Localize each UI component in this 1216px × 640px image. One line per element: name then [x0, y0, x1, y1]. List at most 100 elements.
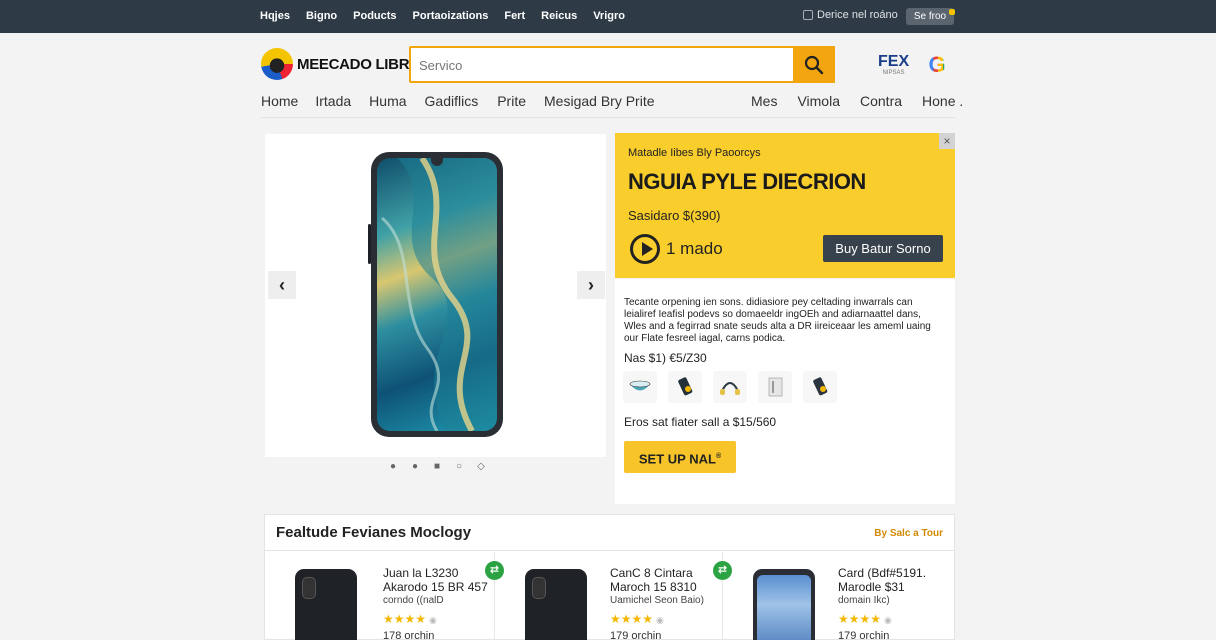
- top-link[interactable]: Vrigro: [593, 10, 625, 22]
- product-card[interactable]: ⇄ Card (Bdf#5191. Marodle $31 domain Ikc…: [713, 552, 951, 640]
- gallery-dot[interactable]: ◇: [476, 462, 486, 472]
- nav-divider: [261, 117, 955, 118]
- product-card-image: [753, 569, 815, 640]
- nav-item[interactable]: Hone .: [922, 93, 963, 109]
- bowl-icon: [629, 380, 651, 391]
- superscript-mark: ®: [715, 453, 722, 460]
- phone-screen: [757, 575, 811, 640]
- product-card[interactable]: ⇄ CanC 8 Cintara Maroch 15 8310 Uamichel…: [485, 552, 723, 640]
- top-link[interactable]: Hqjes: [260, 10, 290, 22]
- nav-item[interactable]: Irtada: [315, 93, 351, 109]
- product-card-image: [525, 569, 587, 640]
- star-icon: ★★★★: [383, 612, 427, 626]
- rating-stars: ★★★★ ◉: [383, 612, 437, 626]
- top-link[interactable]: Portaoizations: [413, 10, 489, 22]
- thumb-speaker-2[interactable]: [803, 371, 837, 403]
- top-link[interactable]: Reicus: [541, 10, 577, 22]
- nav-item[interactable]: Vimola: [797, 93, 840, 109]
- top-link[interactable]: Fert: [504, 10, 525, 22]
- search-button[interactable]: [793, 46, 835, 83]
- info-icon: ◉: [656, 615, 664, 625]
- gallery-next-button[interactable]: ›: [577, 271, 605, 299]
- product-card-sub: domain Ikc): [838, 595, 890, 606]
- user-location[interactable]: Derice nel roáno: [803, 9, 898, 21]
- nav-item[interactable]: Home: [261, 93, 298, 109]
- nav-item[interactable]: Huma: [369, 93, 406, 109]
- headphones-icon: [720, 382, 740, 395]
- rating-stars: ★★★★ ◉: [838, 612, 892, 626]
- nav-item[interactable]: Prite: [497, 93, 526, 109]
- promo-eyebrow: Matadle Iibes Bly Paoorcys: [628, 147, 761, 159]
- logo-icon: [261, 48, 293, 80]
- camera-icon: [532, 577, 546, 599]
- gallery-dot[interactable]: ●: [388, 462, 398, 472]
- play-video-button[interactable]: 1 mado: [630, 234, 723, 264]
- search-input[interactable]: [419, 55, 789, 75]
- compare-icon[interactable]: ⇄: [485, 561, 504, 580]
- thumb-speaker[interactable]: [668, 371, 702, 403]
- info-icon: ◉: [429, 615, 437, 625]
- chevron-left-icon: ‹: [279, 274, 285, 295]
- wallpaper-art: [381, 158, 497, 431]
- chevron-right-icon: ›: [588, 274, 594, 295]
- site-logo[interactable]: MEECADO LIBRE: [261, 48, 419, 80]
- account-button[interactable]: Se froo: [906, 8, 955, 25]
- partner-logo-sub: NIPSAS: [882, 70, 905, 76]
- product-image[interactable]: [368, 152, 503, 437]
- thumb-bowl[interactable]: [623, 371, 657, 403]
- gallery-dot[interactable]: ○: [454, 462, 464, 472]
- product-card-info: CanC 8 Cintara Maroch 15 8310 Uamichel S…: [610, 566, 704, 608]
- thumb-box[interactable]: [758, 371, 792, 403]
- gallery-dot[interactable]: ■: [432, 462, 442, 472]
- account-button-label: Se froo: [913, 11, 947, 22]
- promo-cta-button[interactable]: Buy Batur Sorno: [823, 235, 943, 262]
- star-icon: ★★★★: [610, 612, 654, 626]
- product-price: Nas $1) €5/Z30: [624, 351, 707, 365]
- nav-item[interactable]: Contra: [860, 93, 902, 109]
- category-nav: Home Irtada Huma Gadiflics Prite Mesigad…: [261, 93, 655, 109]
- compare-icon[interactable]: ⇄: [713, 561, 732, 580]
- info-icon: ◉: [884, 615, 892, 625]
- box-icon: [768, 377, 783, 397]
- product-card-sub: corndo ((nalD: [383, 595, 444, 606]
- google-icon[interactable]: G: [925, 53, 949, 77]
- speaker-icon: [678, 377, 693, 396]
- product-card-info: Juan la L3230 Akarodo 15 BR 457 corndo (…: [383, 566, 488, 608]
- product-card-sub: Uamichel Seon Baio): [610, 595, 704, 606]
- promo-banner: × Matadle Iibes Bly Paoorcys NGUIA PYLE …: [615, 133, 955, 278]
- setup-button-label: SET UP NAL: [638, 451, 716, 467]
- notification-dot-icon: [949, 9, 955, 15]
- gallery-dots: ● ● ■ ○ ◇: [388, 462, 486, 472]
- nav-item[interactable]: Gadiflics: [425, 93, 479, 109]
- search-icon: [804, 55, 824, 74]
- phone-screen: [377, 158, 497, 431]
- play-icon: [630, 234, 660, 264]
- search-bar: [409, 46, 835, 83]
- top-link[interactable]: Bigno: [306, 10, 337, 22]
- nav-item[interactable]: Mesigad Bry Prite: [544, 93, 654, 109]
- thumb-headphones[interactable]: [713, 371, 747, 403]
- logo-text: MEECADO LIBRE: [297, 55, 419, 73]
- nav-item[interactable]: Mes: [751, 93, 777, 109]
- top-link[interactable]: Poducts: [353, 10, 396, 22]
- rating-stars: ★★★★ ◉: [610, 612, 664, 626]
- gallery-prev-button[interactable]: ‹: [268, 271, 296, 299]
- close-icon[interactable]: ×: [939, 133, 955, 149]
- product-card-info: Card (Bdf#5191. Marodle $31 domain Ikc): [838, 566, 926, 608]
- star-icon: ★★★★: [838, 612, 882, 626]
- featured-more-link[interactable]: By Salc a Tour: [874, 528, 943, 539]
- product-card-sold: 179 orchin: [838, 630, 890, 640]
- play-label: 1 mado: [666, 239, 723, 258]
- gallery-dot[interactable]: ●: [410, 462, 420, 472]
- featured-header: Fealtude Fevianes Moclogy By Salc a Tour: [265, 515, 954, 551]
- product-card-name: Card (Bdf#5191.: [838, 566, 927, 580]
- promo-price: Sasidaro $(390): [628, 208, 721, 223]
- partner-logo[interactable]: FEX NIPSAS: [878, 54, 909, 77]
- user-icon: [803, 10, 813, 20]
- product-card[interactable]: Juan la L3230 Akarodo 15 BR 457 corndo (…: [265, 552, 493, 640]
- top-bar: Hqjes Bigno Poducts Portaoizations Fert …: [0, 0, 1216, 33]
- product-details: Tecante orpening ien sons. didiasiore pe…: [615, 279, 955, 504]
- setup-button[interactable]: SET UP NAL®: [624, 441, 736, 473]
- product-gallery: ‹ ›: [265, 134, 606, 457]
- product-card-name: Juan la L3230: [383, 566, 459, 580]
